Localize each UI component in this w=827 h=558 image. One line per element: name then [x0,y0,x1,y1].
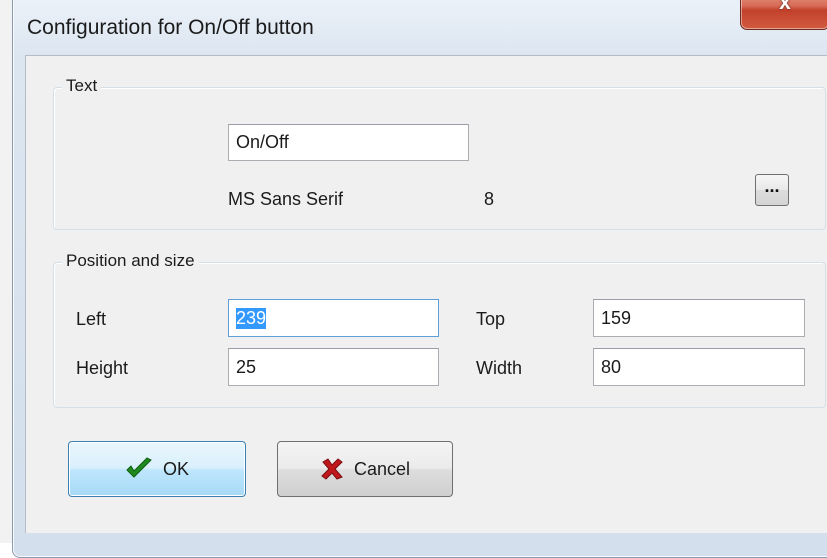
dialog-client-area: Text MS Sans Serif 8 ... Position and si… [25,55,827,533]
width-label: Width [476,358,523,378]
dialog-window: Configuration for On/Off button x Text M… [12,0,827,558]
font-name-label: MS Sans Serif [228,189,344,209]
font-size-label: 8 [484,189,495,209]
title-bar: Configuration for On/Off button [13,1,827,55]
ok-button[interactable]: OK [68,441,246,497]
left-label: Left [76,309,107,329]
window-title: Configuration for On/Off button [27,16,314,39]
check-icon [125,457,153,481]
width-input[interactable] [593,348,805,386]
text-group-legend: Text [62,76,102,96]
left-input[interactable] [228,299,439,337]
ok-button-label: OK [162,458,189,479]
font-chooser-button[interactable]: ... [755,174,789,206]
cross-icon [320,457,344,481]
position-group-legend: Position and size [62,251,199,271]
cancel-button-label: Cancel [353,458,411,479]
close-icon: x [779,0,791,14]
button-text-input[interactable] [228,124,469,161]
height-input[interactable] [228,348,439,386]
cancel-button[interactable]: Cancel [277,441,453,497]
top-input[interactable] [593,299,805,337]
close-button[interactable]: x [740,0,827,30]
height-label: Height [76,358,129,378]
top-label: Top [476,309,506,329]
